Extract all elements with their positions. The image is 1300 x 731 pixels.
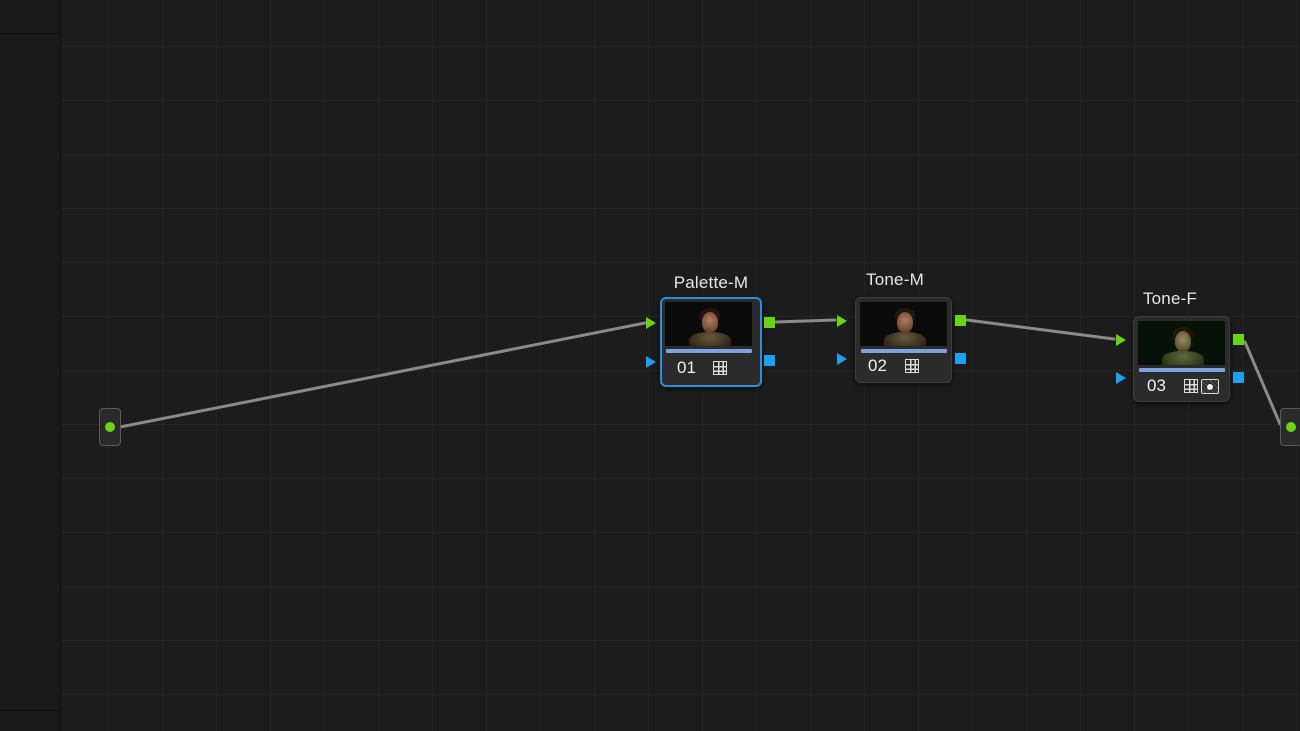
- node-02-alpha-output[interactable]: [955, 353, 966, 364]
- panel-divider-bottom: [0, 710, 61, 711]
- output-node[interactable]: [1280, 408, 1300, 446]
- node-editor-window: Palette-M 01 Tone-M 02 Tone-F 03: [0, 0, 1300, 731]
- source-output-dot[interactable]: [105, 422, 115, 432]
- node-03-alpha-output[interactable]: [1233, 372, 1244, 383]
- side-panel: [0, 0, 61, 731]
- node-01-thumbnail: [665, 302, 752, 346]
- source-input-node[interactable]: [99, 408, 121, 446]
- node-03-key-bar: [1139, 368, 1225, 372]
- node-01-key-bar: [666, 349, 752, 353]
- grid-icon: [905, 359, 919, 373]
- node-03-rgb-output[interactable]: [1233, 334, 1244, 345]
- grid-icon: [713, 361, 727, 375]
- grid-icon: [1184, 379, 1198, 393]
- output-input-dot[interactable]: [1286, 422, 1296, 432]
- node-03[interactable]: 03: [1133, 316, 1230, 402]
- node-02-thumbnail: [860, 302, 947, 346]
- node-01[interactable]: 01: [660, 297, 762, 387]
- node-03-alpha-input[interactable]: [1116, 372, 1126, 384]
- node-02-number: 02: [868, 356, 887, 375]
- node-02-key-bar: [861, 349, 947, 353]
- node-03-label: Tone-F: [1142, 289, 1198, 308]
- node-02[interactable]: 02: [855, 297, 952, 383]
- node-01-alpha-output[interactable]: [764, 355, 775, 366]
- node-03-thumbnail: [1138, 321, 1225, 365]
- node-02-rgb-output[interactable]: [955, 315, 966, 326]
- node-01-number: 01: [677, 358, 696, 377]
- node-01-rgb-input[interactable]: [646, 317, 656, 329]
- node-01-alpha-input[interactable]: [646, 356, 656, 368]
- node-01-label: Palette-M: [673, 273, 749, 292]
- node-03-rgb-input[interactable]: [1116, 334, 1126, 346]
- node-02-rgb-input[interactable]: [837, 315, 847, 327]
- node-02-alpha-input[interactable]: [837, 353, 847, 365]
- camera-icon: [1201, 379, 1219, 394]
- node-03-number: 03: [1147, 376, 1166, 395]
- node-02-label: Tone-M: [866, 270, 924, 289]
- panel-divider-top: [0, 33, 61, 34]
- node-01-rgb-output[interactable]: [764, 317, 775, 328]
